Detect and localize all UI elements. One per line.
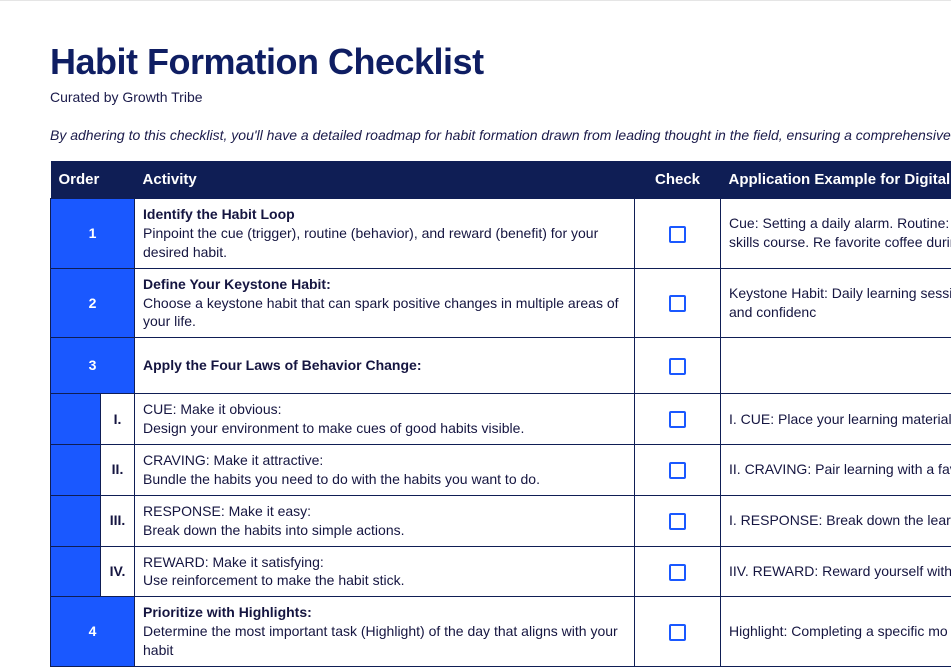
col-check: Check: [635, 161, 721, 199]
order-cell: 2: [51, 268, 135, 338]
application-cell: IIV. REWARD: Reward yourself with a: [721, 546, 951, 597]
checklist-table: Order Activity Check Application Example…: [50, 161, 951, 667]
application-cell: I. CUE: Place your learning materials: [721, 394, 951, 445]
check-cell: [635, 394, 721, 445]
table-row: III. RESPONSE: Make it easy: Break down …: [51, 495, 951, 546]
activity-cell: Identify the Habit Loop Pinpoint the cue…: [135, 199, 635, 269]
order-blank: [51, 495, 101, 546]
order-cell: 3: [51, 338, 135, 394]
page-title: Habit Formation Checklist: [50, 41, 951, 83]
activity-desc: Design your environment to make cues of …: [143, 419, 626, 438]
sub-order: II.: [101, 445, 135, 496]
check-cell: [635, 546, 721, 597]
order-blank: [51, 394, 101, 445]
application-cell: I. RESPONSE: Break down the learni: [721, 495, 951, 546]
activity-desc: Use reinforcement to make the habit stic…: [143, 571, 626, 590]
application-cell: [721, 338, 951, 394]
table-row: II. CRAVING: Make it attractive: Bundle …: [51, 445, 951, 496]
checkbox[interactable]: [669, 411, 686, 428]
order-cell: 1: [51, 199, 135, 269]
activity-title: Identify the Habit Loop: [143, 205, 626, 224]
table-row: 4 Prioritize with Highlights: Determine …: [51, 597, 951, 667]
check-cell: [635, 268, 721, 338]
activity-title: REWARD: Make it satisfying:: [143, 553, 626, 572]
activity-title: CRAVING: Make it attractive:: [143, 451, 626, 470]
activity-title: Prioritize with Highlights:: [143, 603, 626, 622]
sub-order: IV.: [101, 546, 135, 597]
activity-title: Apply the Four Laws of Behavior Change:: [143, 356, 626, 375]
col-order: Order: [51, 161, 135, 199]
check-cell: [635, 597, 721, 667]
activity-cell: Prioritize with Highlights: Determine th…: [135, 597, 635, 667]
activity-title: CUE: Make it obvious:: [143, 400, 626, 419]
table-row: I. CUE: Make it obvious: Design your env…: [51, 394, 951, 445]
activity-desc: Choose a keystone habit that can spark p…: [143, 294, 626, 332]
table-row: 1 Identify the Habit Loop Pinpoint the c…: [51, 199, 951, 269]
intro-text: By adhering to this checklist, you'll ha…: [50, 127, 951, 143]
application-cell: Keystone Habit: Daily learning sessi inc…: [721, 268, 951, 338]
page-subtitle: Curated by Growth Tribe: [50, 89, 951, 105]
checkbox[interactable]: [669, 462, 686, 479]
check-cell: [635, 445, 721, 496]
activity-desc: Pinpoint the cue (trigger), routine (beh…: [143, 224, 626, 262]
activity-title: Define Your Keystone Habit:: [143, 275, 626, 294]
col-activity: Activity: [135, 161, 635, 199]
activity-cell: RESPONSE: Make it easy: Break down the h…: [135, 495, 635, 546]
application-cell: Cue: Setting a daily alarm. Routine: min…: [721, 199, 951, 269]
sub-order: III.: [101, 495, 135, 546]
activity-desc: Determine the most important task (Highl…: [143, 622, 626, 660]
checkbox[interactable]: [669, 295, 686, 312]
activity-cell: Define Your Keystone Habit: Choose a key…: [135, 268, 635, 338]
checkbox[interactable]: [669, 226, 686, 243]
checkbox[interactable]: [669, 513, 686, 530]
sub-order: I.: [101, 394, 135, 445]
order-blank: [51, 445, 101, 496]
table-row: IV. REWARD: Make it satisfying: Use rein…: [51, 546, 951, 597]
application-cell: Highlight: Completing a specific mo: [721, 597, 951, 667]
activity-cell: REWARD: Make it satisfying: Use reinforc…: [135, 546, 635, 597]
activity-cell: CUE: Make it obvious: Design your enviro…: [135, 394, 635, 445]
col-application: Application Example for Digital Skil: [721, 161, 951, 199]
check-cell: [635, 338, 721, 394]
check-cell: [635, 495, 721, 546]
order-blank: [51, 546, 101, 597]
application-cell: II. CRAVING: Pair learning with a fav: [721, 445, 951, 496]
table-row: 2 Define Your Keystone Habit: Choose a k…: [51, 268, 951, 338]
activity-title: RESPONSE: Make it easy:: [143, 502, 626, 521]
checkbox[interactable]: [669, 564, 686, 581]
check-cell: [635, 199, 721, 269]
order-cell: 4: [51, 597, 135, 667]
table-header-row: Order Activity Check Application Example…: [51, 161, 951, 199]
table-row: 3 Apply the Four Laws of Behavior Change…: [51, 338, 951, 394]
activity-desc: Break down the habits into simple action…: [143, 521, 626, 540]
checkbox[interactable]: [669, 358, 686, 375]
checkbox[interactable]: [669, 624, 686, 641]
activity-desc: Bundle the habits you need to do with th…: [143, 470, 626, 489]
activity-cell: CRAVING: Make it attractive: Bundle the …: [135, 445, 635, 496]
activity-cell: Apply the Four Laws of Behavior Change:: [135, 338, 635, 394]
